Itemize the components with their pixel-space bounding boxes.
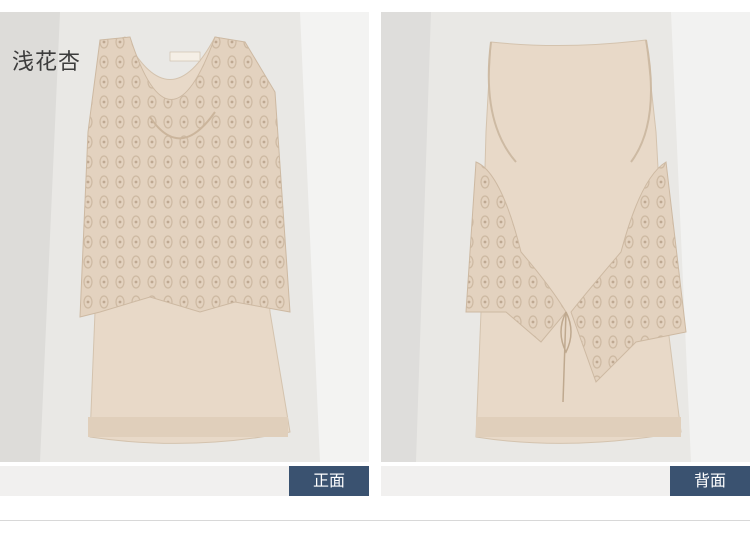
color-name-label: 浅花杏 — [12, 50, 82, 75]
back-garment-image — [381, 12, 750, 462]
front-garment-image — [0, 12, 369, 462]
front-caption-bar: 正面 — [0, 466, 369, 496]
front-view-photo: 浅花杏 — [0, 12, 369, 462]
bottom-divider — [0, 520, 750, 521]
back-view-label: 背面 — [670, 466, 750, 496]
back-caption-bar: 背面 — [381, 466, 750, 496]
front-view-label: 正面 — [289, 466, 369, 496]
back-view-photo — [381, 12, 750, 462]
